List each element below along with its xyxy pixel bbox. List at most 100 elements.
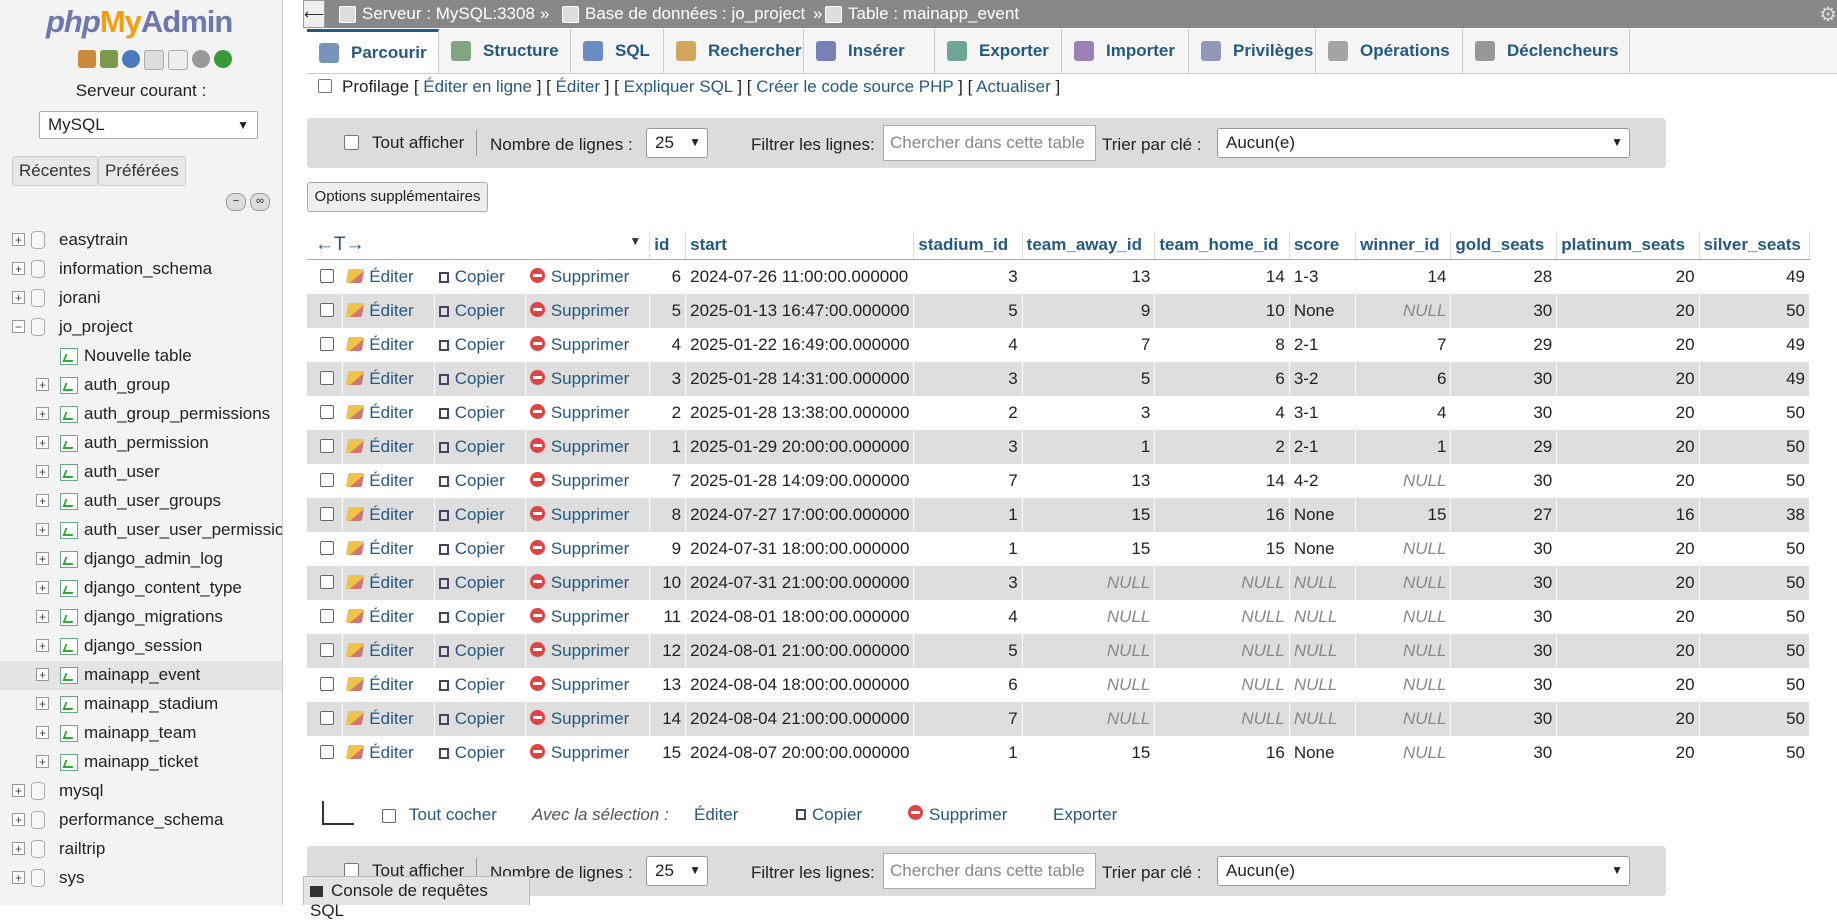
cell-silver-seats[interactable]: 50 [1699,566,1811,600]
cell-team-away-id[interactable]: NULL [1022,702,1156,736]
cell-gold-seats[interactable]: 30 [1450,396,1558,430]
cell-team-away-id[interactable]: NULL [1022,600,1156,634]
delete-row-button[interactable]: Supprimer [529,267,629,287]
rows-count-select[interactable]: 25 ▼ [646,128,708,158]
copy-icon[interactable] [168,50,188,70]
sidebar-item-django-content-type[interactable]: + django_content_type [0,574,282,603]
cell-stadium-id[interactable]: 1 [913,532,1023,566]
cell-platinum-seats[interactable]: 20 [1556,259,1700,294]
cell-gold-seats[interactable]: 28 [1450,259,1558,294]
toggle-sidebar-button[interactable]: ⟵ [303,0,325,28]
cell-id[interactable]: 5 [649,294,687,328]
copy-row-button[interactable]: Copier [438,267,505,287]
cell-start[interactable]: 2025-01-22 16:49:00.000000 [685,328,915,362]
cell-score[interactable]: NULL [1289,566,1357,600]
cell-winner-id[interactable]: NULL [1355,294,1452,328]
sidebar-item-auth-user-user-permissions[interactable]: + auth_user_user_permissions [0,516,282,545]
cell-gold-seats[interactable]: 30 [1450,702,1558,736]
cell-id[interactable]: 15 [649,736,687,770]
expand-icon[interactable]: + [12,813,25,827]
cell-score[interactable]: None [1289,532,1357,566]
cell-winner-id[interactable]: 14 [1355,259,1452,294]
cell-stadium-id[interactable]: 5 [913,294,1023,328]
cell-silver-seats[interactable]: 50 [1699,668,1811,702]
expand-icon[interactable]: + [12,871,25,885]
cell-stadium-id[interactable]: 5 [913,634,1023,668]
cell-stadium-id[interactable]: 7 [913,464,1023,498]
sidebar-item-label[interactable]: jo_project [59,317,133,337]
sidebar-item-label[interactable]: auth_permission [84,433,209,453]
recent-tables-button[interactable]: Récentes [12,156,98,186]
sidebar-item-label[interactable]: auth_user [84,462,160,482]
sidebar-item-railtrip[interactable]: + railtrip [0,835,282,864]
row-checkbox[interactable] [320,269,334,283]
expand-icon[interactable]: + [36,610,49,624]
delete-row-button[interactable]: Supprimer [529,335,629,355]
cell-score[interactable]: NULL [1289,634,1357,668]
sidebar-item-performance-schema[interactable]: + performance_schema [0,806,282,835]
edit-row-button[interactable]: Éditer [346,607,414,627]
cell-team-home-id[interactable]: NULL [1154,566,1290,600]
column-header-platinum-seats[interactable]: platinum_seats [1556,231,1700,260]
cell-team-home-id[interactable]: 2 [1154,430,1290,464]
delete-row-button[interactable]: Supprimer [529,607,629,627]
expand-icon[interactable]: + [12,842,25,856]
cell-silver-seats[interactable]: 49 [1699,259,1811,294]
cell-gold-seats[interactable]: 30 [1450,736,1558,770]
cell-silver-seats[interactable]: 50 [1699,430,1811,464]
copy-row-button[interactable]: Copier [438,675,505,695]
cell-team-away-id[interactable]: 3 [1022,396,1156,430]
edit-row-button[interactable]: Éditer [346,641,414,661]
sidebar-item-label[interactable]: auth_group [84,375,170,395]
sidebar-item-label[interactable]: mainapp_event [84,665,200,685]
edit-row-button[interactable]: Éditer [346,267,414,287]
cell-platinum-seats[interactable]: 20 [1556,668,1700,702]
delete-row-button[interactable]: Supprimer [529,641,629,661]
sidebar-item-label[interactable]: django_migrations [84,607,223,627]
breadcrumb-database[interactable]: Base de données : jo_project [562,4,805,24]
delete-row-button[interactable]: Supprimer [529,709,629,729]
sidebar-item-auth-group[interactable]: + auth_group [0,371,282,400]
expand-icon[interactable]: + [36,726,49,740]
cell-winner-id[interactable]: NULL [1355,600,1452,634]
column-header-id[interactable]: id [649,231,687,260]
bulk-copy-button[interactable]: Copier [796,805,862,825]
cell-platinum-seats[interactable]: 20 [1556,634,1700,668]
tab-privileges[interactable]: Privilèges [1189,29,1316,73]
cell-score[interactable]: 2-1 [1289,328,1357,362]
column-header-gold-seats[interactable]: gold_seats [1450,231,1558,260]
cell-winner-id[interactable]: NULL [1355,702,1452,736]
cell-team-away-id[interactable]: 9 [1022,294,1156,328]
cell-silver-seats[interactable]: 50 [1699,702,1811,736]
cell-platinum-seats[interactable]: 16 [1556,498,1700,532]
cell-silver-seats[interactable]: 50 [1699,396,1811,430]
cell-silver-seats[interactable]: 49 [1699,328,1811,362]
link-with-main-icon[interactable]: ∞ [250,193,270,211]
sidebar-item-label[interactable]: Nouvelle table [84,346,192,366]
cell-team-home-id[interactable]: 6 [1154,362,1290,396]
cell-winner-id[interactable]: NULL [1355,736,1452,770]
sidebar-item-django-migrations[interactable]: + django_migrations [0,603,282,632]
cell-silver-seats[interactable]: 49 [1699,362,1811,396]
cell-start[interactable]: 2025-01-28 14:09:00.000000 [685,464,915,498]
cell-start[interactable]: 2024-07-27 17:00:00.000000 [685,498,915,532]
cell-team-away-id[interactable]: 7 [1022,328,1156,362]
row-checkbox[interactable] [320,405,334,419]
tab-structure[interactable]: Structure [439,29,571,73]
cell-stadium-id[interactable]: 1 [913,498,1023,532]
sidebar-item-auth-user-groups[interactable]: + auth_user_groups [0,487,282,516]
cell-platinum-seats[interactable]: 20 [1556,566,1700,600]
cell-start[interactable]: 2025-01-28 14:31:00.000000 [685,362,915,396]
cell-team-away-id[interactable]: 15 [1022,532,1156,566]
cell-id[interactable]: 11 [649,600,687,634]
copy-row-button[interactable]: Copier [438,607,505,627]
row-checkbox[interactable] [320,507,334,521]
cell-score[interactable]: 2-1 [1289,430,1357,464]
filter-rows-input[interactable]: Chercher dans cette table [883,125,1096,161]
cell-stadium-id[interactable]: 1 [913,736,1023,770]
cell-team-away-id[interactable]: 13 [1022,259,1156,294]
sidebar-item-label[interactable]: django_admin_log [84,549,223,569]
sidebar-item-label[interactable]: auth_group_permissions [84,404,270,424]
cell-start[interactable]: 2024-08-01 18:00:00.000000 [685,600,915,634]
show-all-checkbox[interactable] [344,135,359,150]
